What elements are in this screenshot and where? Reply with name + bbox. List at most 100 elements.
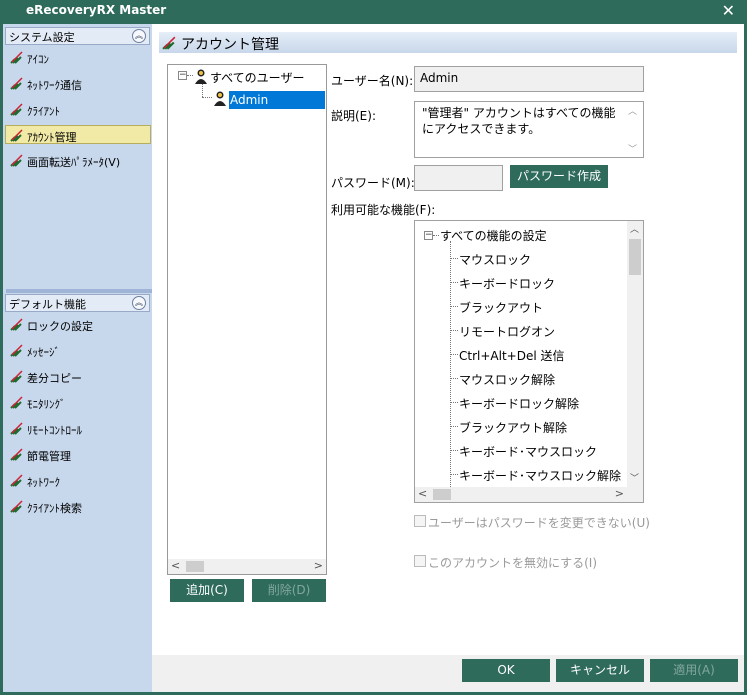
user-tree[interactable]: − すべてのユーザー Admin < > <box>167 64 327 575</box>
sidebar-item-label: ロックの設定 <box>27 320 93 333</box>
tree-root-label[interactable]: すべてのユーザー <box>210 69 304 86</box>
description-field[interactable]: "管理者" アカウントはすべての機能にアクセスできます。 <box>414 101 644 158</box>
sidebar-item-icon[interactable]: ｱｲｺﾝ <box>6 48 151 67</box>
scroll-right-icon[interactable]: > <box>615 487 624 500</box>
scroll-thumb[interactable] <box>433 489 451 500</box>
sidebar-item-label: ﾈｯﾄﾜｰｸ <box>27 476 60 489</box>
sidebar-item-label: ｱｶｳﾝﾄ管理 <box>27 131 77 144</box>
function-item[interactable]: マウスロック <box>459 251 531 268</box>
pencil-icon <box>10 448 23 461</box>
scroll-up-icon[interactable]: ︿ <box>630 222 639 235</box>
tree-line <box>450 426 458 427</box>
tree-line <box>450 474 458 475</box>
tree-line <box>202 97 212 98</box>
sidebar-item-label: ﾘﾓｰﾄｺﾝﾄﾛｰﾙ <box>27 424 82 437</box>
close-icon[interactable]: ✕ <box>722 1 735 20</box>
sidebar-item-diff-copy[interactable]: 差分コピー <box>6 367 151 386</box>
function-item[interactable]: ブラックアウト解除 <box>459 419 567 436</box>
sidebar-item-screen-transfer[interactable]: 画面転送ﾊﾟﾗﾒｰﾀ(V) <box>6 151 151 170</box>
sidebar-item-account[interactable]: ｱｶｳﾝﾄ管理 <box>5 125 151 144</box>
sidebar-item-remote-control[interactable]: ﾘﾓｰﾄｺﾝﾄﾛｰﾙ <box>6 419 151 438</box>
scroll-down-icon[interactable]: ﹀ <box>630 471 639 484</box>
scroll-left-icon[interactable]: < <box>171 559 180 572</box>
tree-line <box>450 306 458 307</box>
ok-button[interactable]: OK <box>462 659 550 682</box>
pencil-icon <box>10 129 23 142</box>
pencil-icon <box>10 396 23 409</box>
functions-tree[interactable]: − すべての機能の設定 マウスロック キーボードロック ブラックアウト リモート… <box>414 220 644 503</box>
scroll-up-icon[interactable]: ︿ <box>628 104 637 117</box>
sidebar-item-label: 差分コピー <box>27 372 82 385</box>
sidebar-group-header-system[interactable]: システム設定 ︽ <box>5 27 150 45</box>
sidebar-item-lock[interactable]: ロックの設定 <box>6 315 151 334</box>
function-item[interactable]: ブラックアウト <box>459 299 543 316</box>
username-field[interactable]: Admin <box>414 66 644 92</box>
sidebar-item-label: 節電管理 <box>27 450 71 463</box>
sidebar-group-title: システム設定 <box>9 31 75 44</box>
sidebar-group-header-default[interactable]: デフォルト機能 ︽ <box>5 294 150 312</box>
pencil-icon <box>10 370 23 383</box>
scroll-down-icon[interactable]: ﹀ <box>628 142 637 155</box>
functions-horizontal-scrollbar[interactable]: < > <box>415 487 627 502</box>
title-bar: eRecoveryRX Master ✕ <box>0 0 747 24</box>
function-item[interactable]: キーボード･マウスロック <box>459 443 597 460</box>
delete-button[interactable]: 削除(D) <box>252 579 326 602</box>
sidebar: システム設定 ︽ ｱｲｺﾝ ﾈｯﾄﾜｰｸ通信 ｸﾗｲｱﾝﾄ ｱｶｳﾝﾄ管理 画面… <box>3 24 153 692</box>
function-item[interactable]: Ctrl+Alt+Del 送信 <box>459 347 564 364</box>
function-item[interactable]: キーボードロック <box>459 275 555 292</box>
scroll-left-icon[interactable]: < <box>418 487 427 500</box>
collapse-icon[interactable]: ︽ <box>132 296 146 310</box>
scroll-thumb[interactable] <box>629 239 641 275</box>
add-button[interactable]: 追加(C) <box>170 579 244 602</box>
cancel-button[interactable]: キャンセル <box>556 659 644 682</box>
sidebar-item-label: ﾒｯｾｰｼﾞ <box>27 346 60 359</box>
window-title: eRecoveryRX Master <box>26 3 167 17</box>
sidebar-item-network-default[interactable]: ﾈｯﾄﾜｰｸ <box>6 471 151 490</box>
sidebar-item-label: ｱｲｺﾝ <box>27 53 49 66</box>
tree-item-admin[interactable]: Admin <box>229 91 325 109</box>
sidebar-item-label: ﾈｯﾄﾜｰｸ通信 <box>27 79 82 92</box>
pencil-icon <box>10 474 23 487</box>
function-item[interactable]: キーボードロック解除 <box>459 395 579 412</box>
pencil-icon <box>10 51 23 64</box>
disable-account-label: このアカウントを無効にする(I) <box>428 556 598 570</box>
function-item[interactable]: リモートログオン <box>459 323 555 340</box>
functions-root-label[interactable]: すべての機能の設定 <box>440 227 547 244</box>
pencil-icon <box>10 500 23 513</box>
sidebar-item-message[interactable]: ﾒｯｾｰｼﾞ <box>6 341 151 360</box>
function-item[interactable]: キーボード･マウスロック解除 <box>459 467 621 484</box>
sidebar-item-label: ｸﾗｲｱﾝﾄ検索 <box>27 502 82 515</box>
panel-header: アカウント管理 <box>159 32 737 53</box>
tree-line <box>450 450 458 451</box>
function-item[interactable]: マウスロック解除 <box>459 371 555 388</box>
apply-button[interactable]: 適用(A) <box>650 659 738 682</box>
sidebar-group-title: デフォルト機能 <box>9 298 86 311</box>
tree-collapse-icon[interactable]: − <box>424 231 433 240</box>
tree-line <box>450 354 458 355</box>
scroll-corner <box>627 487 643 502</box>
sidebar-splitter[interactable] <box>6 289 153 293</box>
sidebar-group-system: システム設定 ︽ ｱｲｺﾝ ﾈｯﾄﾜｰｸ通信 ｸﾗｲｱﾝﾄ ｱｶｳﾝﾄ管理 画面… <box>3 27 152 289</box>
sidebar-item-client-search[interactable]: ｸﾗｲｱﾝﾄ検索 <box>6 497 151 516</box>
sidebar-item-monitoring[interactable]: ﾓﾆﾀﾘﾝｸﾞ <box>6 393 151 412</box>
no-change-password-checkbox[interactable] <box>414 515 426 527</box>
functions-label: 利用可能な機能(F): <box>331 203 436 217</box>
sidebar-item-client[interactable]: ｸﾗｲｱﾝﾄ <box>6 100 151 119</box>
disable-account-checkbox[interactable] <box>414 555 426 567</box>
user-icon <box>214 91 226 106</box>
scroll-right-icon[interactable]: > <box>314 559 323 572</box>
page-title: アカウント管理 <box>181 37 279 53</box>
sidebar-item-label: ﾓﾆﾀﾘﾝｸﾞ <box>27 398 66 411</box>
sidebar-item-power[interactable]: 節電管理 <box>6 445 151 464</box>
tree-horizontal-scrollbar[interactable]: < > <box>168 559 326 574</box>
collapse-icon[interactable]: ︽ <box>132 29 146 43</box>
pencil-icon <box>10 77 23 90</box>
create-password-button[interactable]: パスワード作成(P) <box>510 165 608 206</box>
password-field[interactable] <box>414 165 503 191</box>
scroll-thumb[interactable] <box>186 561 204 572</box>
tree-collapse-icon[interactable]: − <box>178 71 187 80</box>
tree-line <box>450 402 458 403</box>
tree-line <box>202 84 203 97</box>
functions-vertical-scrollbar[interactable]: ︿ ﹀ <box>627 221 643 487</box>
sidebar-item-network[interactable]: ﾈｯﾄﾜｰｸ通信 <box>6 74 151 93</box>
